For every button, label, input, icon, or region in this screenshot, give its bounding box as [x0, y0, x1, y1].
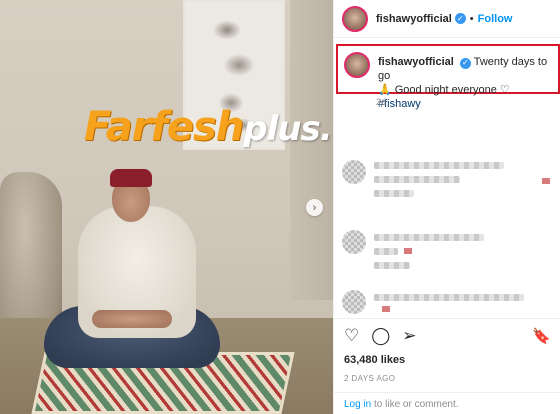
comment-avatar — [342, 160, 366, 184]
caption-avatar[interactable] — [344, 52, 370, 78]
header-username[interactable]: fishawyofficial — [376, 13, 452, 25]
action-bar: ♡ ◯ ➢ 🔖 — [334, 318, 560, 352]
login-text: to like or comment. — [374, 399, 459, 410]
comment-emoji — [382, 306, 390, 312]
likes-count[interactable]: 63,480 likes — [344, 354, 405, 366]
post-date: 2 DAYS AGO — [344, 374, 396, 383]
comment-icon[interactable]: ◯ — [371, 327, 390, 344]
caption-age: 2d — [376, 97, 387, 107]
red-cap — [110, 169, 152, 187]
caption-text: fishawyofficial ✓ Twenty days to go 🙏 Go… — [378, 55, 558, 111]
comment-meta — [374, 190, 414, 197]
avatar[interactable] — [342, 5, 368, 32]
comment-blurred — [342, 228, 556, 269]
person-hands — [92, 310, 172, 328]
bookmark-icon[interactable]: 🔖 — [532, 327, 551, 345]
share-icon[interactable]: ➢ — [402, 327, 416, 344]
caption-verified-icon: ✓ — [459, 57, 471, 69]
separator-dot: • — [469, 12, 474, 25]
comment-line — [374, 162, 504, 169]
comment-blurred — [342, 158, 556, 198]
post-header: fishawyofficial ✓ • Follow — [334, 0, 560, 38]
post-side-panel: fishawyofficial ✓ • Follow fishawyoffici… — [333, 0, 560, 414]
watermark: Farfeshplus.com — [84, 104, 333, 150]
login-link[interactable]: Log in — [344, 399, 371, 410]
caption-username[interactable]: fishawyofficial — [378, 56, 454, 68]
comment-line — [374, 248, 398, 255]
post-photo: Farfeshplus.com › — [0, 0, 333, 414]
follow-button[interactable]: Follow — [478, 13, 513, 25]
comment-line — [374, 234, 484, 241]
heart-icon[interactable]: ♡ — [344, 327, 359, 344]
next-photo-button[interactable]: › — [306, 199, 323, 216]
comment-emoji — [542, 178, 550, 184]
comment-line — [374, 176, 460, 183]
watermark-plus: plus.com — [243, 109, 333, 149]
wall-corner — [290, 0, 333, 300]
instagram-post: Farfeshplus.com › fishawyofficial ✓ • Fo… — [0, 0, 560, 414]
watermark-farfesh: Farfesh — [84, 104, 244, 150]
caption-highlight: fishawyofficial ✓ Twenty days to go 🙏 Go… — [336, 44, 560, 110]
comment-emoji — [404, 248, 412, 254]
comment-avatar — [342, 230, 366, 254]
verified-icon: ✓ — [454, 13, 466, 24]
comment-line — [374, 294, 524, 301]
comment-avatar — [342, 290, 366, 314]
chevron-right-icon: › — [312, 201, 317, 214]
login-prompt: Log in to like or comment. — [334, 392, 560, 414]
caption-line2: 🙏 Good night everyone ♡ — [378, 84, 510, 96]
comment-meta — [374, 262, 410, 269]
